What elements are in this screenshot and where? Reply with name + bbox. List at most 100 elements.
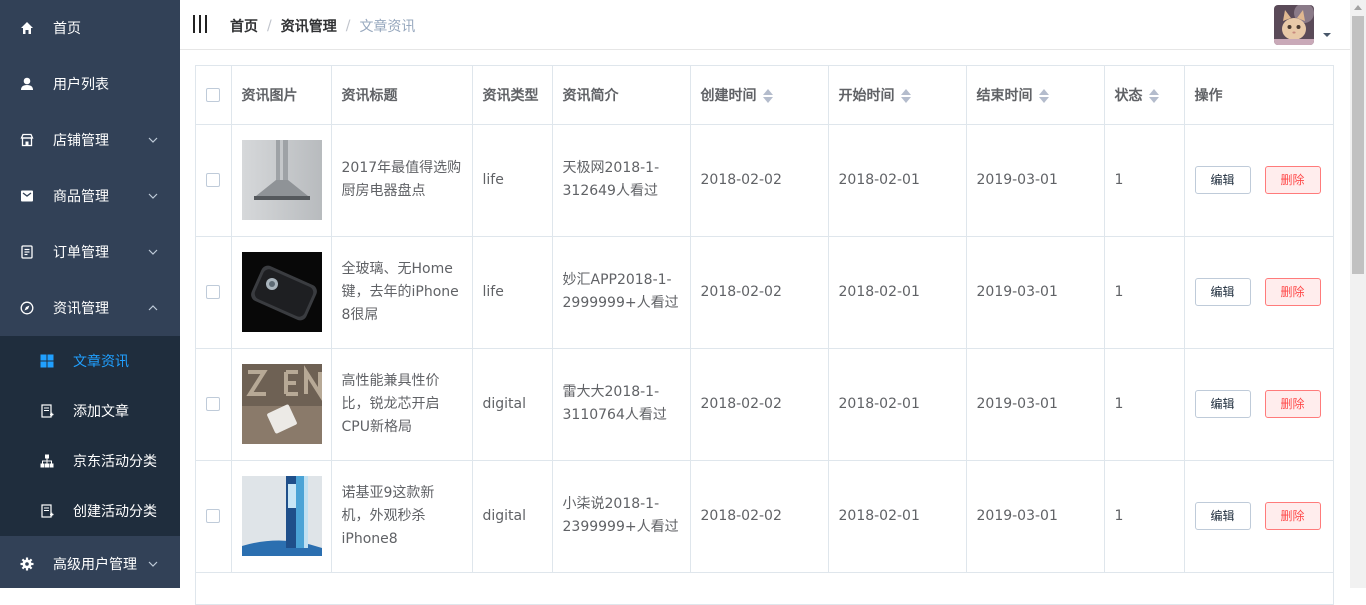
column-header-status[interactable]: 状态 (1104, 66, 1185, 125)
hierarchy-icon (39, 453, 55, 469)
column-header-end[interactable]: 结束时间 (966, 66, 1105, 125)
cell-start: 2018-02-01 (828, 460, 967, 573)
row-checkbox[interactable] (206, 508, 220, 523)
cell-status: 1 (1104, 124, 1185, 237)
sidebar-item-user-list[interactable]: 用户列表 (0, 56, 180, 112)
cell-actions: 编辑 删除 (1184, 124, 1333, 237)
cell-intro: 妙汇APP2018-1-2999999+人看过 (552, 236, 691, 349)
delete-button[interactable]: 删除 (1264, 502, 1321, 530)
delete-button[interactable]: 删除 (1264, 390, 1321, 418)
sidebar-item-shop-management[interactable]: 店铺管理 (0, 112, 180, 168)
cell-actions: 编辑 删除 (1184, 460, 1333, 573)
column-header-label: 结束时间 (976, 87, 1033, 104)
edit-button[interactable]: 编辑 (1194, 166, 1251, 194)
cell-created: 2018-02-02 (690, 124, 829, 237)
edit-button[interactable]: 编辑 (1194, 278, 1251, 306)
cell-start: 2018-02-01 (828, 124, 967, 237)
sort-icon[interactable] (762, 88, 773, 104)
scrollbar[interactable] (1350, 0, 1366, 588)
news-submenu: 文章资讯 添加文章 京东活动分类 创建活动分类 (0, 336, 180, 536)
cell-created: 2018-02-02 (690, 236, 829, 349)
delete-button[interactable]: 删除 (1264, 278, 1321, 306)
cell-title: 诺基亚9这款新机，外观秒杀iPhone8 (331, 460, 473, 573)
sidebar-item-news-management[interactable]: 资讯管理 (0, 280, 180, 336)
sort-icon[interactable] (1038, 88, 1049, 104)
sidebar-subitem-jd-activity-category[interactable]: 京东活动分类 (0, 436, 180, 486)
article-thumbnail-phone (241, 252, 322, 332)
sidebar: 首页 用户列表 店铺管理 商品管理 订单管理 资讯管理 文章资讯 添加文章 京东… (0, 0, 180, 588)
cell-type: digital (472, 348, 553, 461)
sidebar-subitem-label: 添加文章 (73, 404, 129, 420)
sidebar-subitem-label: 京东活动分类 (73, 454, 157, 470)
sidebar-item-home[interactable]: 首页 (0, 0, 180, 56)
sidebar-subitem-add-article[interactable]: 添加文章 (0, 386, 180, 436)
column-header-label: 创建时间 (700, 87, 757, 104)
breadcrumb-current: 文章资讯 (359, 19, 416, 35)
cell-status: 1 (1104, 460, 1185, 573)
cell-image (231, 236, 332, 349)
row-checkbox[interactable] (206, 396, 220, 411)
sidebar-subitem-create-activity-category[interactable]: 创建活动分类 (0, 486, 180, 536)
cell-start: 2018-02-01 (828, 236, 967, 349)
cell-type: digital (472, 460, 553, 573)
cell-image (231, 348, 332, 461)
sort-icon[interactable] (900, 88, 911, 104)
column-header-actions: 操作 (1184, 66, 1333, 125)
sidebar-item-advanced-user-management[interactable]: 高级用户管理 (0, 536, 180, 592)
scrollbar-thumb[interactable] (1352, 16, 1364, 274)
cell-created: 2018-02-02 (690, 348, 829, 461)
shop-icon (19, 132, 35, 148)
collapse-menu-icon[interactable] (193, 15, 207, 33)
sidebar-item-product-management[interactable]: 商品管理 (0, 168, 180, 224)
document-icon (19, 244, 35, 260)
table-row: 全玻璃、无Home键，去年的iPhone 8很屌 life 妙汇APP2018-… (196, 236, 1333, 349)
cell-title: 全玻璃、无Home键，去年的iPhone 8很屌 (331, 236, 473, 349)
breadcrumb: 首页 / 资讯管理 / 文章资讯 (230, 16, 415, 36)
chevron-down-icon (147, 190, 159, 202)
cell-end: 2019-03-01 (966, 236, 1105, 349)
sidebar-item-label: 用户列表 (53, 77, 109, 93)
top-header: 首页 / 资讯管理 / 文章资讯 (180, 0, 1350, 50)
chevron-down-icon (147, 558, 159, 570)
cell-intro: 天极网2018-1-312649人看过 (552, 124, 691, 237)
cell-end: 2019-03-01 (966, 348, 1105, 461)
sort-icon[interactable] (1148, 88, 1159, 104)
scroll-up-arrow-icon[interactable] (1354, 5, 1362, 10)
edit-button[interactable]: 编辑 (1194, 502, 1251, 530)
row-checkbox[interactable] (206, 284, 220, 299)
chevron-down-icon (147, 134, 159, 146)
row-checkbox[interactable] (206, 172, 220, 187)
sidebar-item-label: 首页 (53, 21, 81, 37)
edit-button[interactable]: 编辑 (1194, 390, 1251, 418)
column-header-title: 资讯标题 (331, 66, 473, 125)
add-document-icon (39, 403, 55, 419)
cell-actions: 编辑 删除 (1184, 236, 1333, 349)
table-row: 高性能兼具性价比，锐龙芯开启CPU新格局 digital 雷大大2018-1-3… (196, 348, 1333, 461)
select-all-checkbox[interactable] (206, 87, 220, 102)
cell-intro: 小柒说2018-1-2399999+人看过 (552, 460, 691, 573)
avatar[interactable] (1274, 5, 1314, 45)
cell-image (231, 124, 332, 237)
chevron-up-icon (147, 302, 159, 314)
cell-type: life (472, 236, 553, 349)
breadcrumb-news-management[interactable]: 资讯管理 (281, 16, 337, 36)
sidebar-item-label: 商品管理 (53, 189, 109, 205)
cell-status: 1 (1104, 348, 1185, 461)
column-header-created[interactable]: 创建时间 (690, 66, 829, 125)
product-icon (19, 188, 35, 204)
add-document-icon (39, 503, 55, 519)
sidebar-subitem-articles[interactable]: 文章资讯 (0, 336, 180, 386)
column-header-start[interactable]: 开始时间 (828, 66, 967, 125)
user-dropdown-caret-icon[interactable] (1323, 33, 1331, 37)
article-thumbnail-range-hood (241, 140, 322, 220)
sidebar-item-order-management[interactable]: 订单管理 (0, 224, 180, 280)
compass-icon (19, 300, 35, 316)
sidebar-item-label: 店铺管理 (53, 133, 109, 149)
column-header-label: 开始时间 (838, 87, 895, 104)
article-thumbnail-cpu (241, 364, 322, 444)
table-header-row: 资讯图片 资讯标题 资讯类型 资讯简介 创建时间 开始时间 结束时间 状态 操作 (196, 66, 1333, 125)
sidebar-item-label: 订单管理 (53, 245, 109, 261)
sidebar-subitem-label: 文章资讯 (73, 354, 129, 370)
breadcrumb-home[interactable]: 首页 (230, 16, 258, 36)
delete-button[interactable]: 删除 (1264, 166, 1321, 194)
